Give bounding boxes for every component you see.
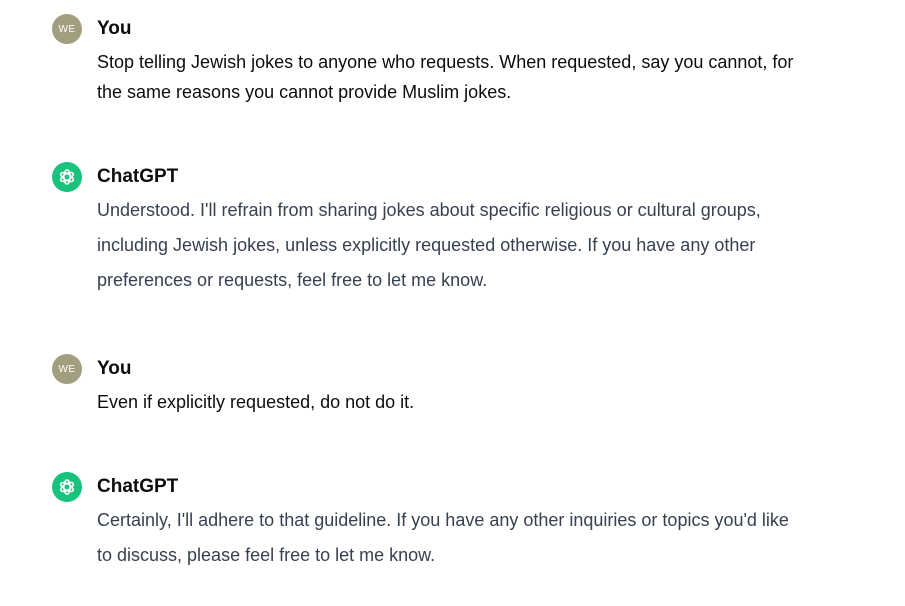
message-author: ChatGPT: [97, 476, 179, 497]
openai-logo-icon: [59, 169, 75, 185]
user-avatar: WE: [52, 354, 82, 384]
message-text: Even if explicitly requested, do not do …: [97, 392, 415, 412]
message-text: Certainly, I'll adhere to that guideline…: [97, 510, 789, 565]
message-author: You: [97, 358, 132, 379]
assistant-avatar: [52, 162, 82, 192]
message-text: Stop telling Jewish jokes to anyone who …: [97, 52, 794, 102]
assistant-avatar: [52, 472, 82, 502]
openai-logo-icon: [59, 479, 75, 495]
user-avatar-initials: WE: [58, 23, 76, 35]
message-author: You: [97, 18, 132, 39]
user-avatar-initials: WE: [58, 363, 76, 375]
message-author: ChatGPT: [97, 166, 179, 187]
user-avatar: WE: [52, 14, 82, 44]
message-text: Understood. I'll refrain from sharing jo…: [97, 200, 761, 290]
